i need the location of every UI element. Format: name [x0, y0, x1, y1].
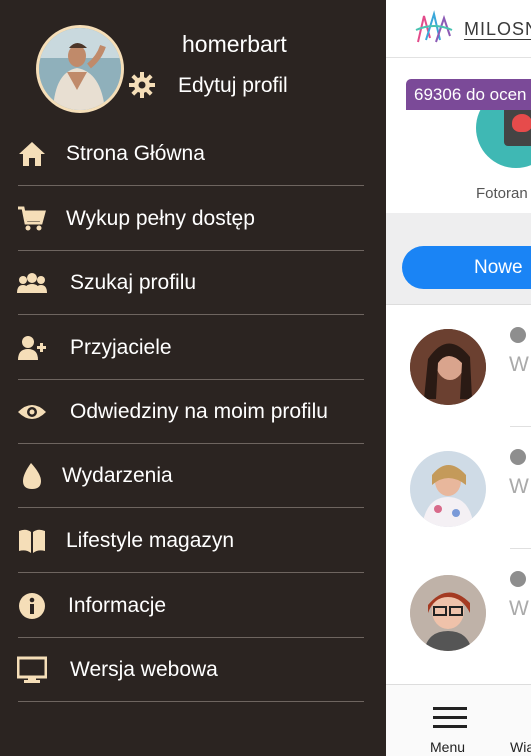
info-icon — [19, 593, 45, 619]
menu-item-label: Wersja webowa — [70, 658, 218, 681]
menu-item-events[interactable]: Wydarzenia — [0, 444, 386, 508]
brand-logo-icon — [415, 10, 453, 43]
cart-icon — [18, 206, 46, 231]
add-user-icon — [18, 336, 46, 360]
monitor-icon — [17, 656, 47, 683]
message-preview: W — [509, 353, 529, 376]
menu-item-friends[interactable]: Przyjaciele — [0, 316, 386, 380]
rating-count-badge: 69306 do ocen — [406, 79, 531, 110]
menu-item-label: Wykup pełny dostęp — [66, 207, 255, 230]
list-item[interactable]: W — [386, 549, 531, 671]
drop-icon — [23, 463, 41, 489]
menu-item-label: Informacje — [68, 594, 167, 617]
menu-item-label: Przyjaciele — [70, 336, 172, 359]
bottom-nav: Menu Wia — [386, 684, 531, 756]
menu-item-lifestyle-magazine[interactable]: Lifestyle magazyn — [0, 509, 386, 573]
menu-item-web-version[interactable]: Wersja webowa — [0, 638, 386, 702]
eye-icon — [18, 405, 46, 419]
top-bar: MILOSN — [386, 0, 531, 58]
profile-avatar[interactable] — [36, 25, 124, 113]
main-content: MILOSN 69306 do ocen Fotoran Nowe W W W … — [386, 0, 531, 756]
hamburger-icon[interactable] — [433, 707, 467, 728]
home-icon — [19, 142, 45, 166]
status-dot — [510, 449, 526, 465]
book-icon — [19, 529, 45, 553]
brand-name: MILOSN — [464, 19, 531, 40]
list-item[interactable]: W — [386, 305, 531, 427]
menu-item-label: Wydarzenia — [62, 464, 173, 487]
people-icon — [17, 273, 47, 293]
message-preview: W — [509, 475, 529, 498]
username: homerbart — [182, 31, 287, 57]
menu-item-label: Szukaj profilu — [70, 271, 197, 294]
menu-item-search-profile[interactable]: Szukaj profilu — [0, 251, 386, 315]
nav-menu-label[interactable]: Menu — [430, 739, 465, 755]
menu-item-label: Lifestyle magazyn — [66, 529, 235, 552]
promo-label: Fotoran — [476, 185, 528, 202]
gear-icon[interactable] — [128, 71, 156, 99]
menu-item-label: Strona Główna — [66, 142, 205, 165]
nav-messages-label[interactable]: Wia — [510, 739, 531, 755]
message-preview: W — [509, 597, 529, 620]
new-button[interactable]: Nowe — [402, 246, 531, 289]
status-dot — [510, 571, 526, 587]
avatar — [410, 329, 486, 405]
navigation-drawer: homerbart Edytuj profil Strona Główna Wy… — [0, 0, 386, 756]
edit-profile-link[interactable]: Edytuj profil — [178, 74, 288, 98]
menu-item-home[interactable]: Strona Główna — [0, 122, 386, 186]
status-dot — [510, 327, 526, 343]
menu-item-buy-access[interactable]: Wykup pełny dostęp — [0, 187, 386, 251]
menu-item-label: Odwiedziny na moim profilu — [70, 400, 328, 423]
avatar — [410, 575, 486, 651]
avatar — [410, 451, 486, 527]
menu-item-profile-visits[interactable]: Odwiedziny na moim profilu — [0, 380, 386, 444]
list-item[interactable]: W — [386, 427, 531, 549]
menu-item-information[interactable]: Informacje — [0, 574, 386, 638]
